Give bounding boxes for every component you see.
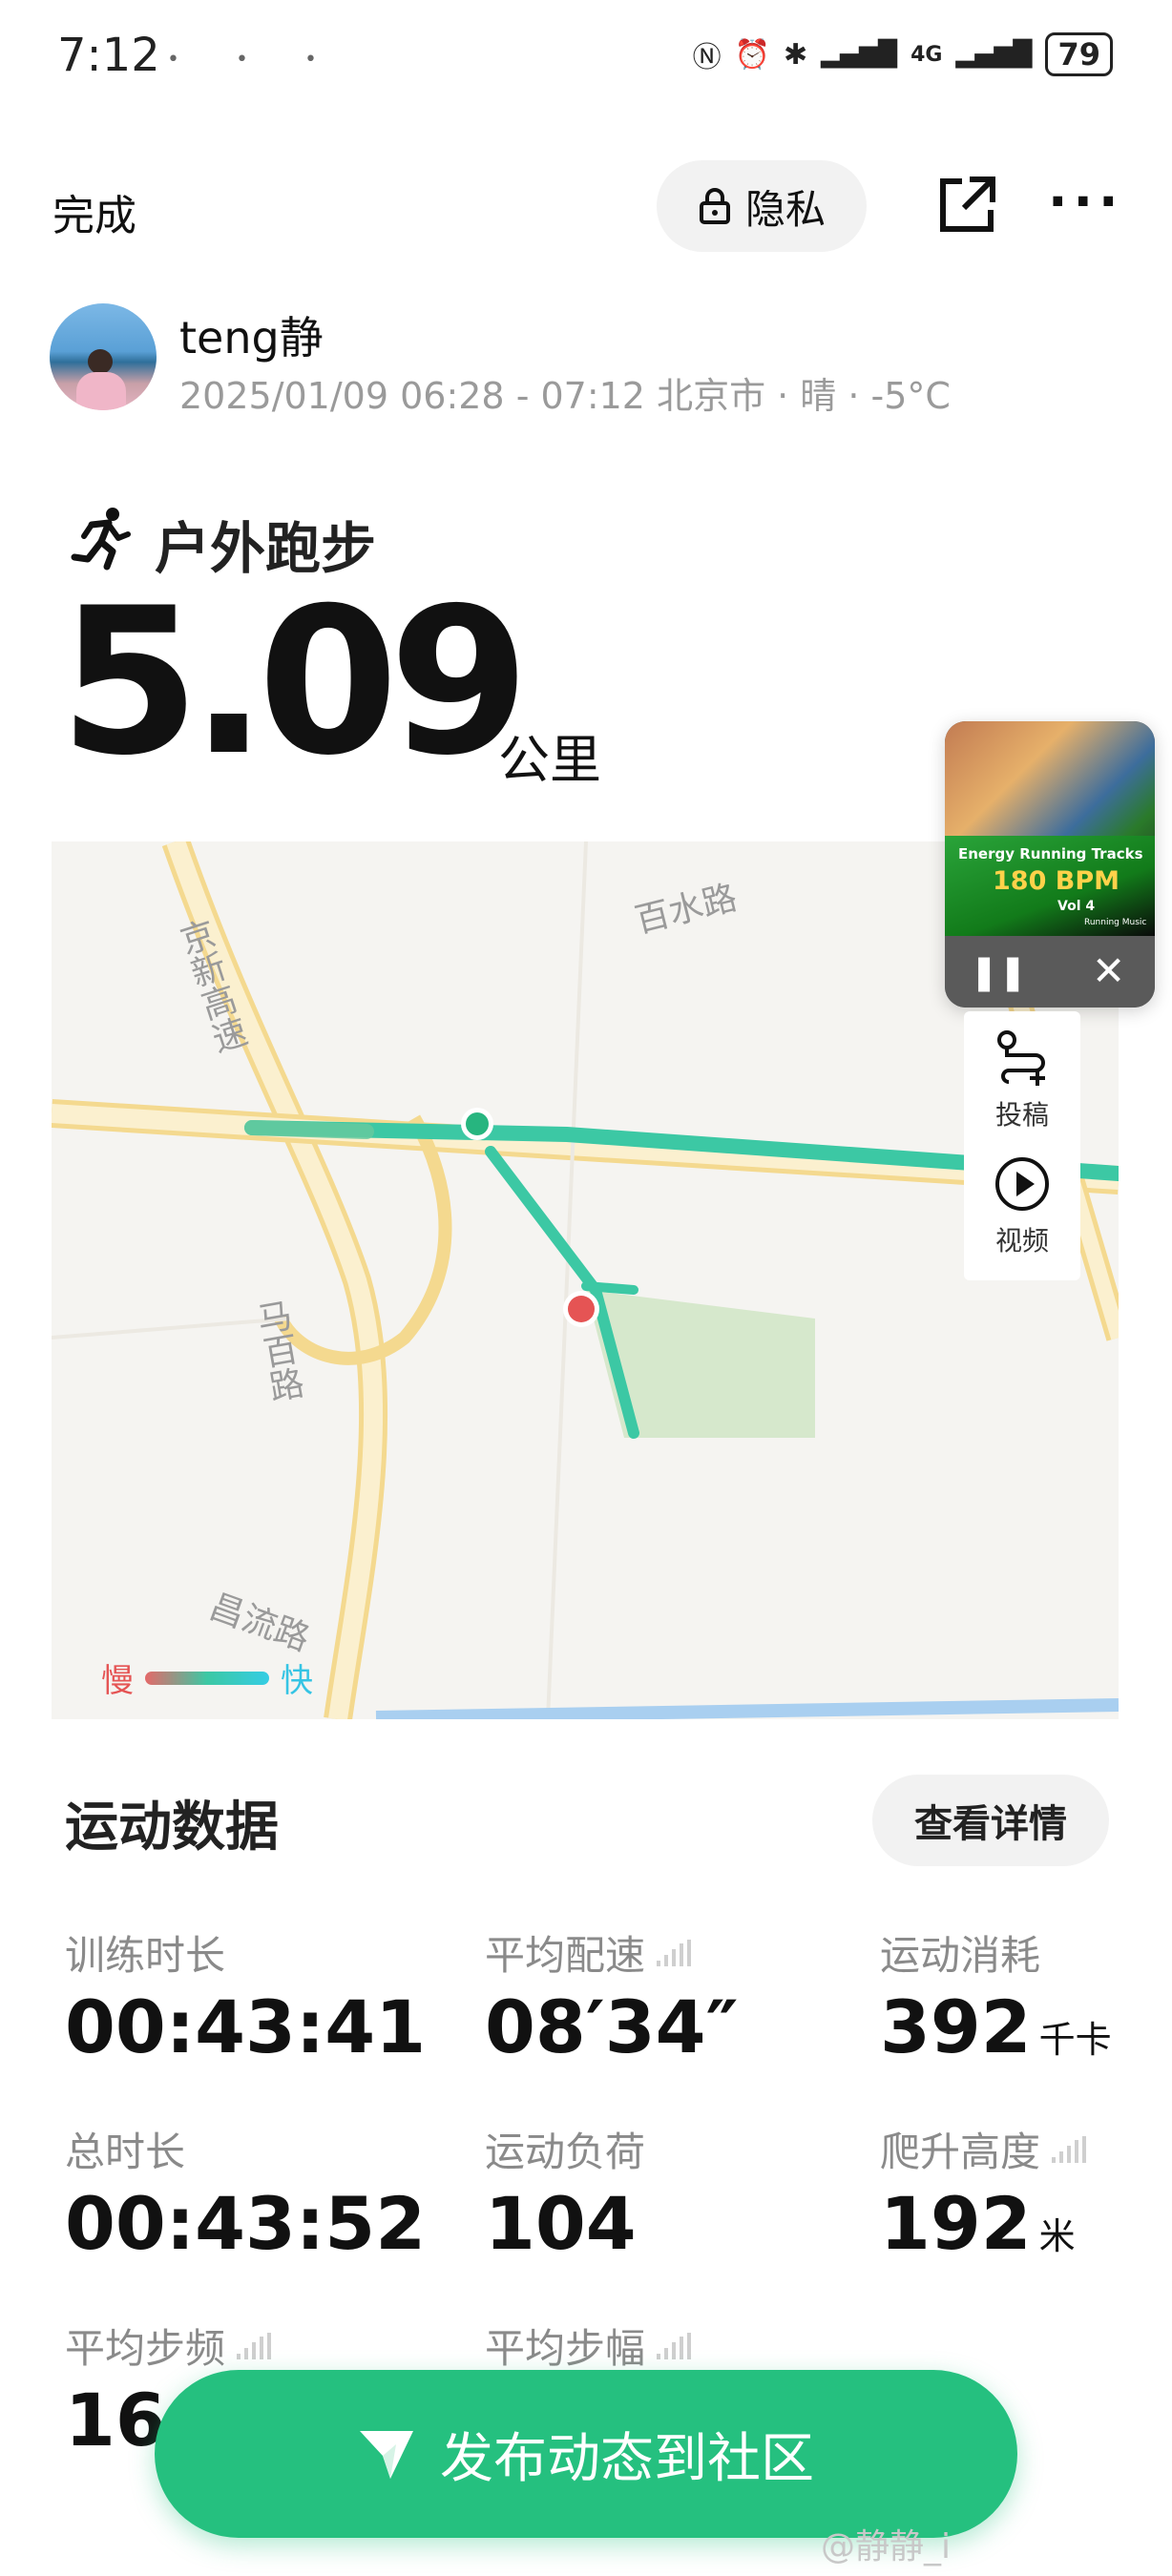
stat-value-avg-pace: 08′34″: [485, 1984, 739, 2069]
stat-value-elevation: 192 米: [880, 2181, 1076, 2266]
distance-value: 5.09: [59, 564, 530, 800]
share-icon[interactable]: [933, 172, 1000, 239]
alarm-icon: ⏰: [734, 37, 770, 72]
workout-meta: 2025/01/09 06:28 - 07:12 北京市 · 晴 · -5°C: [179, 375, 951, 417]
stat-label-total-time: 总时长: [65, 2129, 186, 2175]
album-line2: 180 BPM: [993, 866, 1120, 896]
album-line1: Energy Running Tracks: [958, 845, 1143, 862]
music-player-card[interactable]: Energy Running Tracks 180 BPM Vol 4 Runn…: [945, 721, 1155, 1008]
username: teng静: [179, 312, 324, 364]
video-label: 视频: [994, 1225, 1049, 1257]
stat-label-calories: 运动消耗: [880, 1932, 1041, 1979]
stat-label-elevation[interactable]: 爬升高度: [880, 2120, 1088, 2178]
more-options-icon[interactable]: ···: [1048, 172, 1124, 232]
stat-value-total-time: 00:43:52: [65, 2181, 427, 2266]
legend-slow: 慢: [101, 1662, 134, 1700]
chart-icon: [657, 1939, 692, 1966]
stat-label-stride[interactable]: 平均步幅: [485, 2316, 693, 2375]
stat-label-load: 运动负荷: [485, 2129, 646, 2175]
chart-icon: [657, 2332, 692, 2359]
signal-icon: ▂▄▆█: [821, 40, 898, 69]
stat-label-training-time: 训练时长: [65, 1932, 226, 1979]
submit-button[interactable]: 投稿: [964, 1028, 1080, 1132]
distance-unit: 公里: [498, 730, 601, 790]
stat-label-cadence[interactable]: 平均步频: [65, 2316, 273, 2375]
stat-value-calories: 392 千卡: [880, 1984, 1112, 2069]
publish-to-community-button[interactable]: 发布动态到社区: [155, 2370, 1017, 2538]
notification-icons: • • •: [167, 48, 342, 72]
stat-value-load: 104: [485, 2181, 637, 2266]
publish-label: 发布动态到社区: [440, 2427, 814, 2490]
chart-icon: [1052, 2135, 1087, 2163]
legend-gradient: [145, 1671, 269, 1685]
legend-fast: 快: [281, 1662, 313, 1700]
network-type: 4G: [910, 42, 943, 67]
running-icon: [71, 508, 131, 571]
nfc-icon: Ⓝ: [692, 41, 722, 74]
chart-icon: [237, 2332, 272, 2359]
avatar[interactable]: [50, 303, 157, 410]
status-time: 7:12: [57, 29, 160, 82]
pause-icon[interactable]: ❚❚: [970, 953, 1027, 992]
bluetooth-icon: ✱: [783, 37, 808, 72]
route-submit-icon: [997, 1030, 1045, 1086]
privacy-label: 隐私: [744, 185, 826, 233]
stat-label-avg-pace[interactable]: 平均配速: [485, 1923, 693, 1982]
map-side-panel: 投稿 视频: [964, 1011, 1080, 1280]
status-icons: Ⓝ ⏰ ✱ ▂▄▆█ 4G ▂▄▆█ 79: [693, 32, 1113, 76]
section-title: 运动数据: [65, 1797, 279, 1859]
privacy-button[interactable]: 隐私: [657, 160, 867, 252]
album-line4: Running Music: [1084, 918, 1147, 927]
speed-legend: 慢 快: [101, 1654, 313, 1701]
lock-icon: [699, 188, 730, 224]
battery-indicator: 79: [1045, 32, 1113, 76]
done-button[interactable]: 完成: [52, 181, 136, 242]
watermark: @静静_i: [821, 2527, 952, 2566]
close-icon[interactable]: ✕: [1092, 947, 1125, 994]
album-line3: Vol 4: [1057, 899, 1096, 914]
signal-icon-2: ▂▄▆█: [955, 40, 1033, 69]
send-icon: [360, 2431, 413, 2479]
stat-value-training-time: 00:43:41: [65, 1984, 427, 2069]
video-button[interactable]: 视频: [964, 1154, 1080, 1258]
view-details-button[interactable]: 查看详情: [872, 1775, 1109, 1866]
submit-label: 投稿: [994, 1099, 1049, 1131]
play-video-icon: [995, 1157, 1049, 1211]
